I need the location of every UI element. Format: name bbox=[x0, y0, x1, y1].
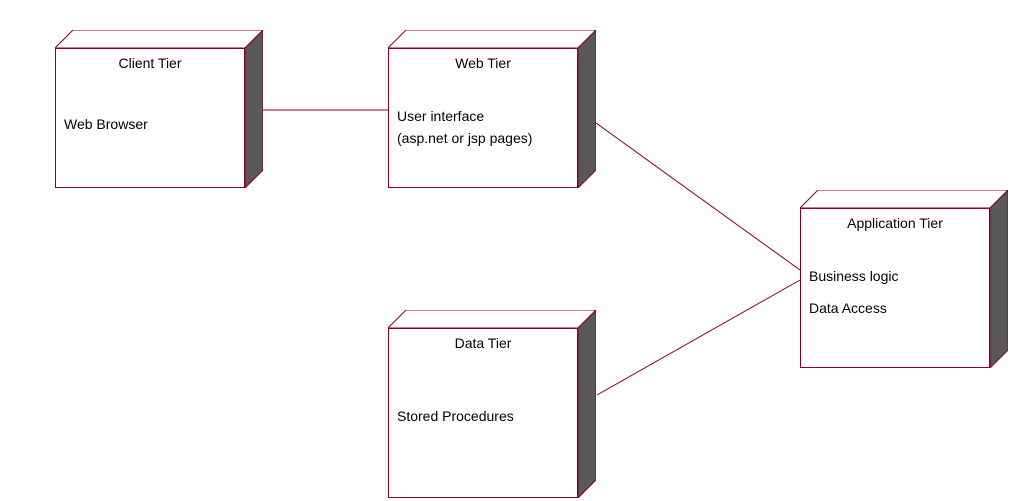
node-title: Application Tier bbox=[809, 215, 981, 231]
node-title: Web Tier bbox=[397, 55, 569, 71]
node-line: (asp.net or jsp pages) bbox=[397, 129, 569, 147]
node-line: Stored Procedures bbox=[397, 407, 569, 425]
node-line: Business logic bbox=[809, 267, 981, 285]
node-app-tier: Application Tier Business logic Data Acc… bbox=[800, 190, 1008, 368]
edge-web-app bbox=[578, 110, 800, 270]
edge-data-app bbox=[597, 280, 800, 395]
node-line: Data Access bbox=[809, 299, 981, 317]
node-line: User interface bbox=[397, 107, 569, 125]
node-web-tier: Web Tier User interface (asp.net or jsp … bbox=[388, 30, 596, 188]
node-client-tier: Client Tier Web Browser bbox=[55, 30, 263, 188]
node-title: Data Tier bbox=[397, 335, 569, 351]
node-data-tier: Data Tier Stored Procedures bbox=[388, 310, 596, 498]
node-title: Client Tier bbox=[64, 55, 236, 71]
node-line: Web Browser bbox=[64, 115, 236, 133]
